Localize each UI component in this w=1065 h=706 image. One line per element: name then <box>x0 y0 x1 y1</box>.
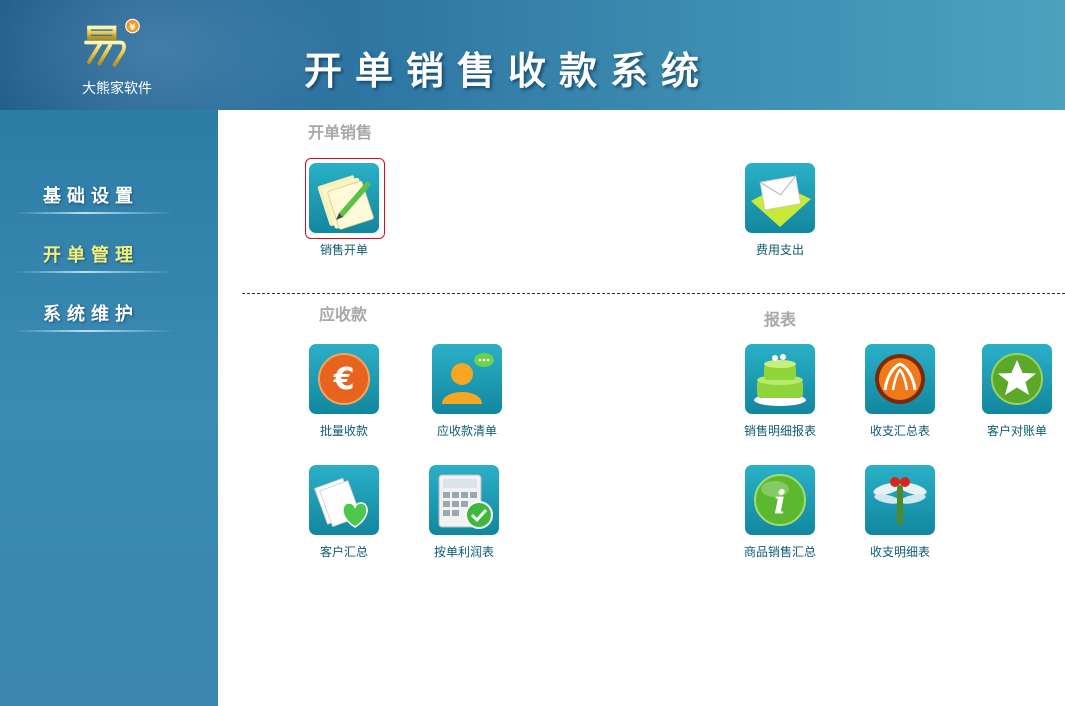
sidebar-separator <box>14 271 174 273</box>
tile-batch-payment[interactable]: € 批量收款 <box>294 344 394 444</box>
section-title-reports: 报表 <box>764 310 797 329</box>
tile-customer-summary[interactable]: 客户汇总 <box>294 465 394 565</box>
svg-text:i: i <box>774 483 786 521</box>
section-title-sales: 开单销售 <box>308 123 373 142</box>
section-title-receivables: 应收款 <box>319 305 368 324</box>
app-header: ¥ 大熊家软件 开单销售收款系统 <box>0 0 1065 110</box>
green-star-icon <box>982 344 1052 414</box>
tile-label: 费用支出 <box>755 243 804 257</box>
euro-coin-icon: € <box>309 344 379 414</box>
envelope-icon <box>745 163 815 233</box>
tile-label: 客户汇总 <box>319 545 368 559</box>
sidebar-item-system-maintenance[interactable]: 系统维护 <box>14 294 174 334</box>
tile-label: 批量收款 <box>319 424 368 438</box>
app-title: 开单销售收款系统 <box>304 49 713 93</box>
tile-sales-order[interactable]: 销售开单 <box>294 158 394 263</box>
orange-orb-icon <box>865 344 935 414</box>
tile-expense[interactable]: 费用支出 <box>730 163 830 263</box>
tile-label: 应收款清单 <box>436 424 497 438</box>
calculator-check-icon <box>429 465 499 535</box>
sidebar-separator <box>14 212 174 214</box>
documents-heart-icon <box>309 465 379 535</box>
tile-label: 收支明细表 <box>869 545 930 559</box>
notepad-pencil-icon <box>309 163 379 233</box>
tile-label: 收支汇总表 <box>869 424 930 438</box>
tile-product-sales-summary[interactable]: i 商品销售汇总 <box>730 465 830 565</box>
info-icon: i <box>745 465 815 535</box>
tile-receivables-list[interactable]: 应收款清单 <box>417 344 517 444</box>
tile-order-profit-report[interactable]: 按单利润表 <box>414 465 514 565</box>
tile-label: 销售明细报表 <box>743 424 816 438</box>
user-chat-icon <box>432 344 502 414</box>
sidebar-separator <box>14 330 174 332</box>
dragonfly-icon <box>865 465 935 535</box>
tile-label: 商品销售汇总 <box>743 545 816 559</box>
tile-income-expense-summary[interactable]: 收支汇总表 <box>850 344 950 444</box>
svg-text:¥: ¥ <box>129 23 136 33</box>
cake-icon <box>745 344 815 414</box>
sidebar-item-basic-settings[interactable]: 基础设置 <box>14 176 174 216</box>
sidebar-item-label: 基础设置 <box>43 186 139 207</box>
tile-income-expense-detail[interactable]: 收支明细表 <box>850 465 950 565</box>
tile-customer-statement[interactable]: 客户对账单 <box>967 344 1065 444</box>
tile-label: 销售开单 <box>319 243 368 257</box>
sidebar-item-order-management[interactable]: 开单管理 <box>14 235 174 275</box>
app-logo: ¥ 大熊家软件 <box>62 8 172 103</box>
main-content: 开单销售 销售开单 费用支出 应收款 报表 € 批量收款 应收款清单 销售明细报… <box>218 110 1065 706</box>
tile-sales-detail-report[interactable]: 销售明细报表 <box>730 344 830 444</box>
sidebar-item-label: 系统维护 <box>43 304 139 325</box>
sidebar: 基础设置 开单管理 系统维护 <box>0 110 218 706</box>
sidebar-item-label: 开单管理 <box>43 245 139 266</box>
tile-label: 按单利润表 <box>433 545 494 559</box>
tile-label: 客户对账单 <box>986 424 1047 438</box>
svg-text:€: € <box>333 362 355 397</box>
logo-mark-icon: ¥ <box>84 18 140 67</box>
logo-text: 大熊家软件 <box>82 81 152 97</box>
section-divider <box>242 293 1065 294</box>
